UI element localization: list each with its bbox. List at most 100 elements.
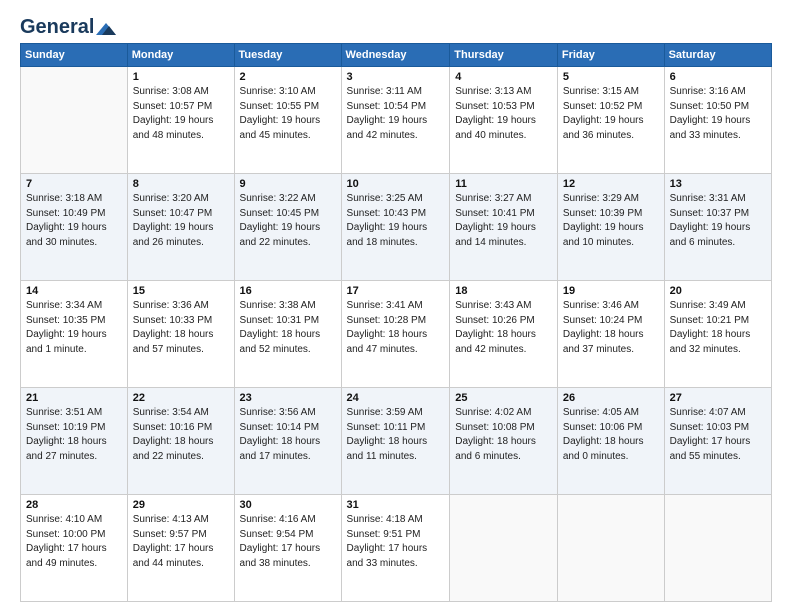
day-cell xyxy=(21,67,128,174)
day-number: 24 xyxy=(347,392,445,404)
day-info: Sunrise: 3:18 AM Sunset: 10:49 PM Daylig… xyxy=(26,192,122,250)
day-number: 16 xyxy=(240,285,336,297)
day-info: Sunrise: 3:29 AM Sunset: 10:39 PM Daylig… xyxy=(563,192,659,250)
day-info: Sunrise: 3:25 AM Sunset: 10:43 PM Daylig… xyxy=(347,192,445,250)
day-number: 20 xyxy=(670,285,766,297)
day-cell: 6 Sunrise: 3:16 AM Sunset: 10:50 PM Dayli… xyxy=(664,67,771,174)
day-cell: 23 Sunrise: 3:56 AM Sunset: 10:14 PM Dayl… xyxy=(234,388,341,495)
day-cell: 11 Sunrise: 3:27 AM Sunset: 10:41 PM Dayl… xyxy=(450,174,558,281)
day-info: Sunrise: 3:15 AM Sunset: 10:52 PM Daylig… xyxy=(563,85,659,143)
day-number: 29 xyxy=(133,499,229,511)
day-number: 19 xyxy=(563,285,659,297)
page: General SundayMondayTuesdayWednesdayThur… xyxy=(0,0,792,612)
day-number: 6 xyxy=(670,71,766,83)
day-cell: 4Sunrise: 3:13 AM Sunset: 10:53 PM Dayli… xyxy=(450,67,558,174)
day-number: 9 xyxy=(240,178,336,190)
day-cell: 12 Sunrise: 3:29 AM Sunset: 10:39 PM Dayl… xyxy=(557,174,664,281)
day-number: 30 xyxy=(240,499,336,511)
day-header-tuesday: Tuesday xyxy=(234,44,341,67)
day-cell: 20 Sunrise: 3:49 AM Sunset: 10:21 PM Dayl… xyxy=(664,281,771,388)
day-info: Sunrise: 3:43 AM Sunset: 10:26 PM Daylig… xyxy=(455,299,552,357)
day-number: 7 xyxy=(26,178,122,190)
day-cell: 2 Sunrise: 3:10 AM Sunset: 10:55 PM Dayli… xyxy=(234,67,341,174)
calendar-header-row: SundayMondayTuesdayWednesdayThursdayFrid… xyxy=(21,44,772,67)
day-info: Sunrise: 4:13 AM Sunset: 9:57 PM Dayligh… xyxy=(133,513,229,571)
day-info: Sunrise: 3:31 AM Sunset: 10:37 PM Daylig… xyxy=(670,192,766,250)
day-number: 23 xyxy=(240,392,336,404)
day-info: Sunrise: 3:46 AM Sunset: 10:24 PM Daylig… xyxy=(563,299,659,357)
day-info: Sunrise: 4:16 AM Sunset: 9:54 PM Dayligh… xyxy=(240,513,336,571)
day-number: 15 xyxy=(133,285,229,297)
day-cell: 17Sunrise: 3:41 AM Sunset: 10:28 PM Dayl… xyxy=(341,281,450,388)
day-number: 11 xyxy=(455,178,552,190)
day-cell: 8 Sunrise: 3:20 AM Sunset: 10:47 PM Dayli… xyxy=(127,174,234,281)
week-row-2: 7 Sunrise: 3:18 AM Sunset: 10:49 PM Dayli… xyxy=(21,174,772,281)
day-cell: 9 Sunrise: 3:22 AM Sunset: 10:45 PM Dayli… xyxy=(234,174,341,281)
day-cell: 21 Sunrise: 3:51 AM Sunset: 10:19 PM Dayl… xyxy=(21,388,128,495)
day-number: 25 xyxy=(455,392,552,404)
day-cell: 3Sunrise: 3:11 AM Sunset: 10:54 PM Dayli… xyxy=(341,67,450,174)
day-cell: 24 Sunrise: 3:59 AM Sunset: 10:11 PM Dayl… xyxy=(341,388,450,495)
week-row-1: 1 Sunrise: 3:08 AM Sunset: 10:57 PM Dayli… xyxy=(21,67,772,174)
day-cell xyxy=(557,495,664,602)
day-info: Sunrise: 3:13 AM Sunset: 10:53 PM Daylig… xyxy=(455,85,552,143)
day-cell: 16 Sunrise: 3:38 AM Sunset: 10:31 PM Dayl… xyxy=(234,281,341,388)
day-info: Sunrise: 3:27 AM Sunset: 10:41 PM Daylig… xyxy=(455,192,552,250)
header: General xyxy=(20,16,772,35)
day-info: Sunrise: 3:22 AM Sunset: 10:45 PM Daylig… xyxy=(240,192,336,250)
day-number: 31 xyxy=(347,499,445,511)
day-cell: 14Sunrise: 3:34 AM Sunset: 10:35 PM Dayl… xyxy=(21,281,128,388)
day-number: 8 xyxy=(133,178,229,190)
day-number: 28 xyxy=(26,499,122,511)
day-cell xyxy=(450,495,558,602)
day-cell: 1 Sunrise: 3:08 AM Sunset: 10:57 PM Dayli… xyxy=(127,67,234,174)
day-cell: 31 Sunrise: 4:18 AM Sunset: 9:51 PM Dayli… xyxy=(341,495,450,602)
day-cell: 7 Sunrise: 3:18 AM Sunset: 10:49 PM Dayli… xyxy=(21,174,128,281)
day-number: 17 xyxy=(347,285,445,297)
day-info: Sunrise: 3:56 AM Sunset: 10:14 PM Daylig… xyxy=(240,406,336,464)
day-cell: 30 Sunrise: 4:16 AM Sunset: 9:54 PM Dayli… xyxy=(234,495,341,602)
day-info: Sunrise: 3:08 AM Sunset: 10:57 PM Daylig… xyxy=(133,85,229,143)
day-info: Sunrise: 4:07 AM Sunset: 10:03 PM Daylig… xyxy=(670,406,766,464)
day-cell: 25Sunrise: 4:02 AM Sunset: 10:08 PM Dayl… xyxy=(450,388,558,495)
day-header-wednesday: Wednesday xyxy=(341,44,450,67)
day-cell: 27 Sunrise: 4:07 AM Sunset: 10:03 PM Dayl… xyxy=(664,388,771,495)
day-number: 10 xyxy=(347,178,445,190)
day-cell: 28 Sunrise: 4:10 AM Sunset: 10:00 PM Dayl… xyxy=(21,495,128,602)
day-number: 2 xyxy=(240,71,336,83)
day-info: Sunrise: 3:38 AM Sunset: 10:31 PM Daylig… xyxy=(240,299,336,357)
day-header-saturday: Saturday xyxy=(664,44,771,67)
week-row-3: 14Sunrise: 3:34 AM Sunset: 10:35 PM Dayl… xyxy=(21,281,772,388)
day-header-sunday: Sunday xyxy=(21,44,128,67)
day-cell: 15 Sunrise: 3:36 AM Sunset: 10:33 PM Dayl… xyxy=(127,281,234,388)
day-info: Sunrise: 3:59 AM Sunset: 10:11 PM Daylig… xyxy=(347,406,445,464)
day-number: 3 xyxy=(347,71,445,83)
day-info: Sunrise: 4:10 AM Sunset: 10:00 PM Daylig… xyxy=(26,513,122,571)
day-number: 12 xyxy=(563,178,659,190)
day-number: 27 xyxy=(670,392,766,404)
day-cell: 13 Sunrise: 3:31 AM Sunset: 10:37 PM Dayl… xyxy=(664,174,771,281)
week-row-5: 28 Sunrise: 4:10 AM Sunset: 10:00 PM Dayl… xyxy=(21,495,772,602)
day-header-monday: Monday xyxy=(127,44,234,67)
day-cell: 29 Sunrise: 4:13 AM Sunset: 9:57 PM Dayli… xyxy=(127,495,234,602)
day-info: Sunrise: 3:49 AM Sunset: 10:21 PM Daylig… xyxy=(670,299,766,357)
day-number: 1 xyxy=(133,71,229,83)
logo-icon xyxy=(96,21,116,37)
day-cell: 22 Sunrise: 3:54 AM Sunset: 10:16 PM Dayl… xyxy=(127,388,234,495)
day-cell: 26Sunrise: 4:05 AM Sunset: 10:06 PM Dayl… xyxy=(557,388,664,495)
day-info: Sunrise: 3:36 AM Sunset: 10:33 PM Daylig… xyxy=(133,299,229,357)
day-info: Sunrise: 3:51 AM Sunset: 10:19 PM Daylig… xyxy=(26,406,122,464)
day-cell: 18Sunrise: 3:43 AM Sunset: 10:26 PM Dayl… xyxy=(450,281,558,388)
day-cell: 10 Sunrise: 3:25 AM Sunset: 10:43 PM Dayl… xyxy=(341,174,450,281)
day-info: Sunrise: 3:54 AM Sunset: 10:16 PM Daylig… xyxy=(133,406,229,464)
day-info: Sunrise: 3:16 AM Sunset: 10:50 PM Daylig… xyxy=(670,85,766,143)
day-number: 5 xyxy=(563,71,659,83)
day-cell xyxy=(664,495,771,602)
day-info: Sunrise: 3:20 AM Sunset: 10:47 PM Daylig… xyxy=(133,192,229,250)
day-info: Sunrise: 4:18 AM Sunset: 9:51 PM Dayligh… xyxy=(347,513,445,571)
day-number: 21 xyxy=(26,392,122,404)
day-number: 13 xyxy=(670,178,766,190)
day-number: 22 xyxy=(133,392,229,404)
day-header-thursday: Thursday xyxy=(450,44,558,67)
day-info: Sunrise: 3:10 AM Sunset: 10:55 PM Daylig… xyxy=(240,85,336,143)
